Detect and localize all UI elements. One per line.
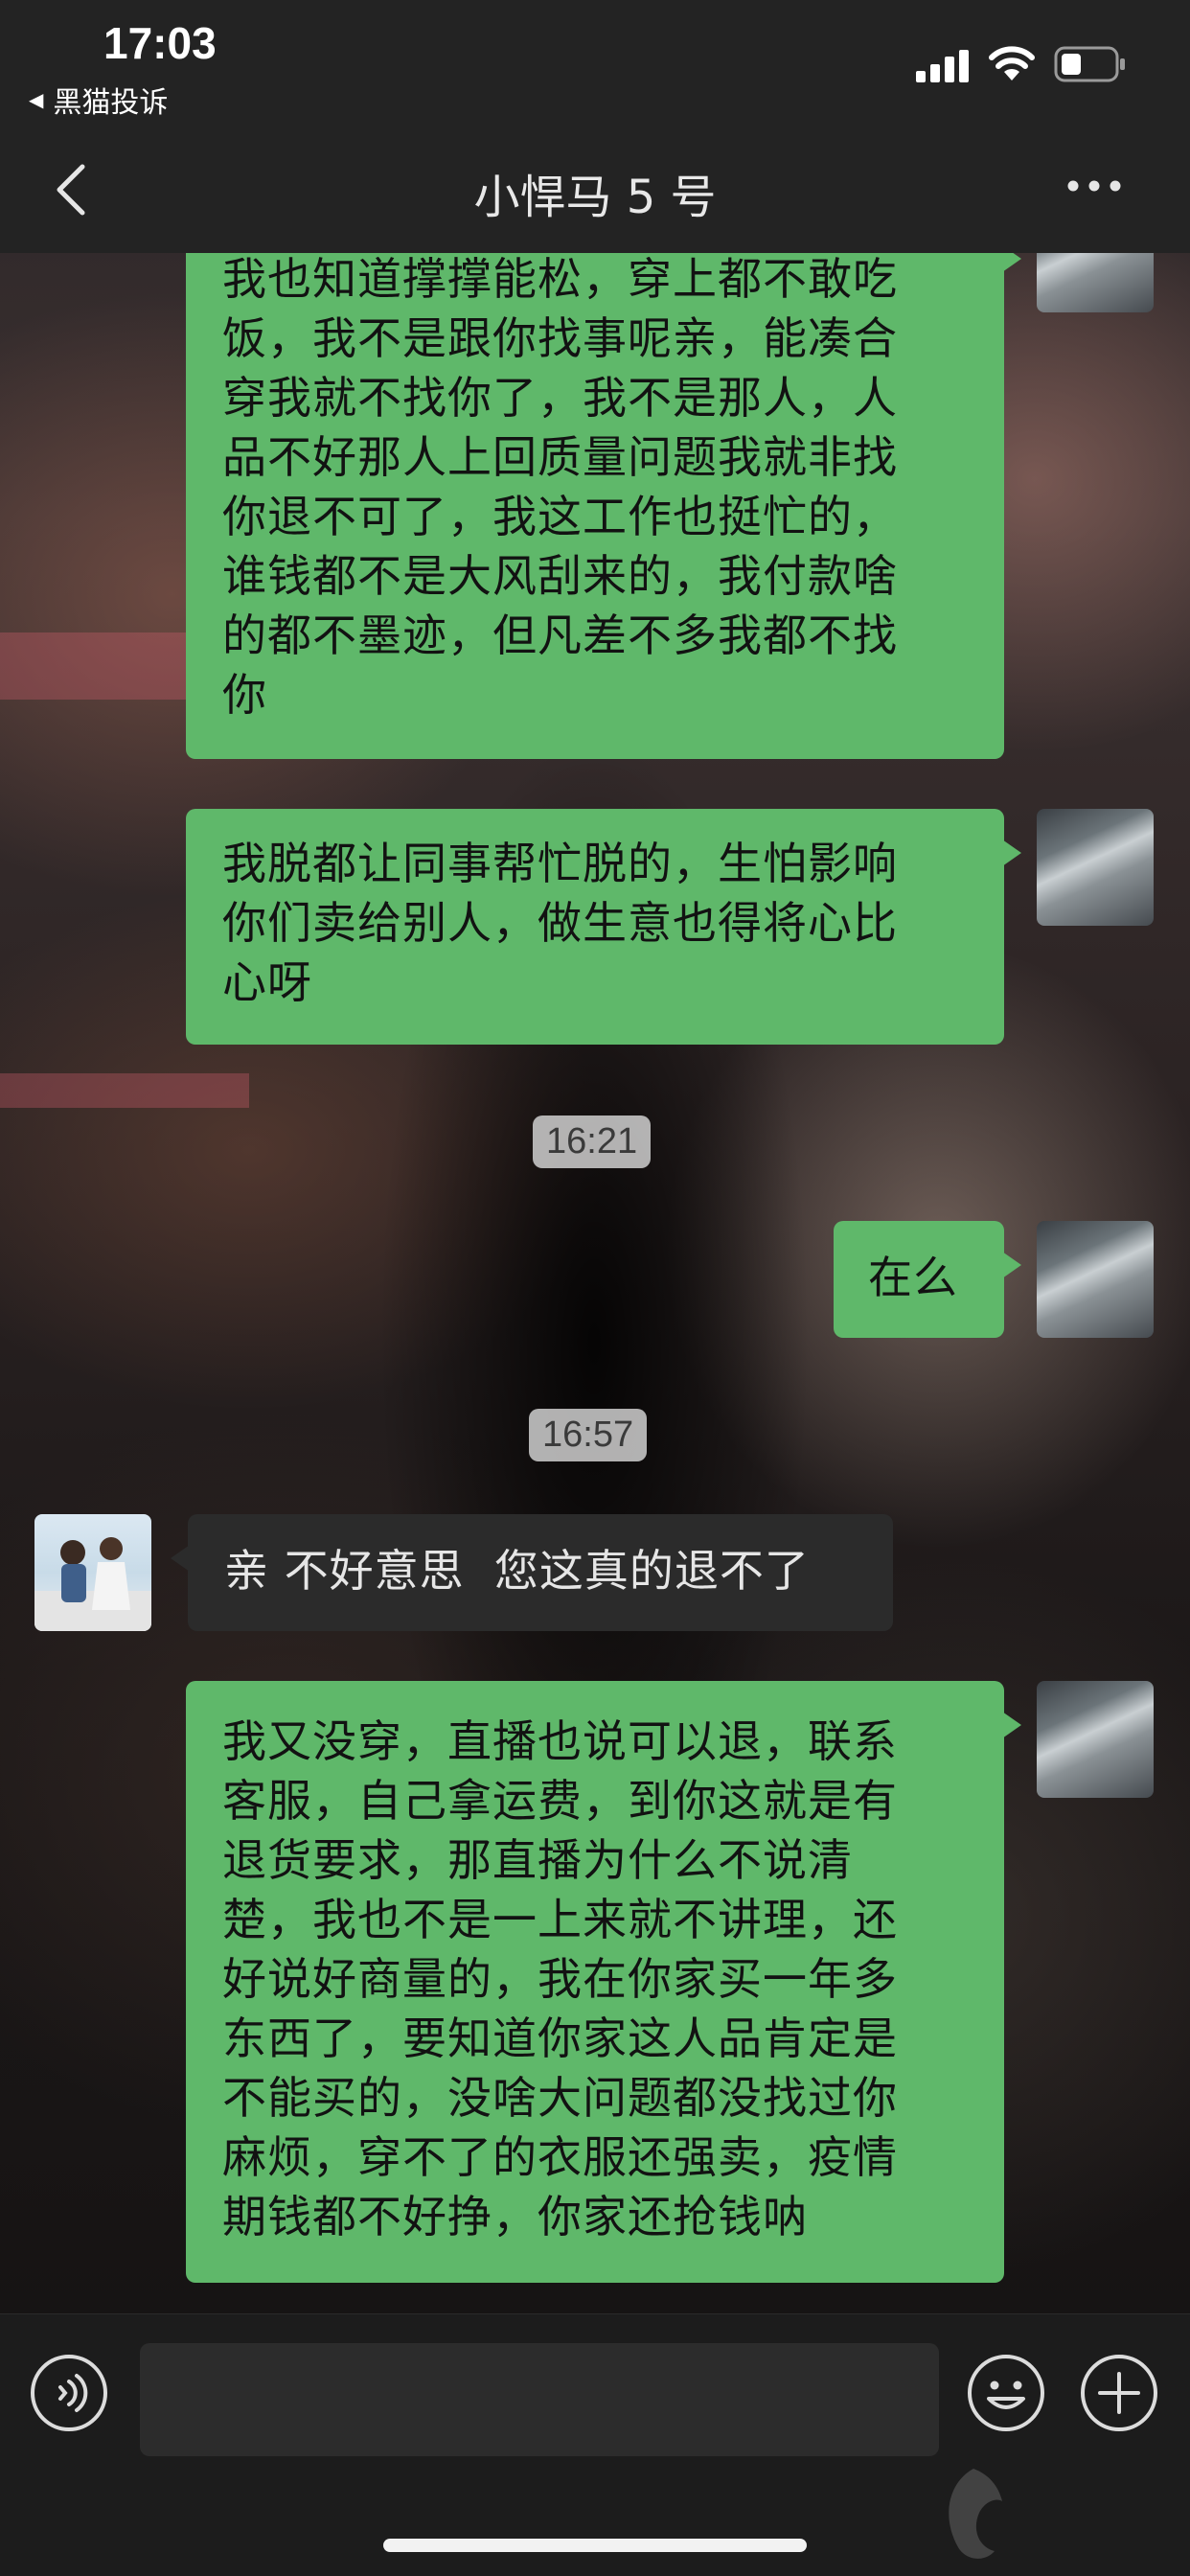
message-line: 退货要求，那直播为什么不说清	[222, 1834, 853, 1886]
message-bubble-outgoing[interactable]: 我也知道撑撑能松，穿上都不敢吃 饭，我不是跟你找事呢亲，能凑合 穿我就不找你了，…	[186, 253, 1021, 759]
message-line: 的都不墨迹，但凡差不多我都不找	[222, 610, 898, 661]
plus-icon[interactable]	[1079, 2353, 1159, 2433]
message-line: 品不好那人上回质量问题我就非找	[222, 431, 898, 483]
voice-icon[interactable]	[29, 2353, 109, 2433]
message-line: 谁钱都不是大风刮来的，我付款啥	[222, 550, 898, 602]
my-avatar[interactable]	[1037, 1681, 1154, 1798]
message-bubble-outgoing[interactable]: 在么	[834, 1221, 1021, 1338]
my-avatar[interactable]	[1037, 809, 1154, 926]
back-app-label: 黑猫投诉	[53, 86, 169, 120]
emoji-icon[interactable]	[966, 2353, 1046, 2433]
cat-watermark-icon	[949, 2469, 1002, 2559]
timestamp: 16:21	[533, 1116, 652, 1168]
back-triangle-icon: ◀	[29, 88, 44, 111]
message-line: 我也知道撑撑能松，穿上都不敢吃	[222, 253, 898, 305]
message-line: 期钱都不好挣，你家还抢钱呐	[222, 2191, 808, 2242]
message-line: 饭，我不是跟你找事呢亲，能凑合	[222, 312, 898, 364]
message-line: 亲 不好意思 您这真的退不了	[224, 1545, 810, 1597]
nav-bar: 小悍马 5 号	[0, 125, 1190, 253]
message-bubble-outgoing[interactable]: 我又没穿，直播也说可以退，联系 客服，自己拿运费，到你这就是有 退货要求，那直播…	[186, 1681, 1021, 2283]
message-line: 东西了，要知道你家这人品肯定是	[222, 2012, 898, 2064]
my-avatar[interactable]	[1037, 1221, 1154, 1338]
message-line: 麻烦，穿不了的衣服还强卖，疫情	[222, 2131, 898, 2183]
message-line: 不能买的，没啥大问题都没找过你	[222, 2072, 898, 2124]
battery-icon	[1054, 46, 1125, 82]
message-line: 楚，我也不是一上来就不讲理，还	[222, 1894, 898, 1945]
signal-icon	[916, 50, 969, 82]
message-line: 好说好商量的，我在你家买一年多	[222, 1953, 898, 2005]
contact-avatar[interactable]	[34, 1514, 151, 1631]
message-line: 我又没穿，直播也说可以退，联系	[222, 1715, 898, 1767]
message-line: 在么	[868, 1252, 958, 1303]
chat-title: 小悍马 5 号	[473, 171, 717, 224]
message-line: 你	[222, 669, 267, 721]
message-bubble-outgoing[interactable]: 我脱都让同事帮忙脱的，生怕影响 你们卖给别人，做生意也得将心比 心呀	[186, 809, 1021, 1045]
message-line: 客服，自己拿运费，到你这就是有	[222, 1775, 898, 1827]
message-line: 心呀	[222, 956, 312, 1008]
home-indicator[interactable]	[383, 2539, 807, 2552]
message-bubble-incoming[interactable]: 亲 不好意思 您这真的退不了	[171, 1514, 893, 1631]
message-line: 我脱都让同事帮忙脱的，生怕影响	[222, 838, 898, 889]
contact-photo-icon	[34, 1537, 151, 1631]
wifi-icon	[989, 46, 1035, 80]
more-icon[interactable]	[1065, 178, 1123, 194]
timestamp: 16:57	[529, 1409, 648, 1461]
message-line: 你退不可了，我这工作也挺忙的，	[222, 491, 898, 542]
status-time: 17:03	[103, 18, 217, 68]
back-to-app-link[interactable]: ◀ 黑猫投诉	[29, 79, 168, 121]
my-avatar[interactable]	[1037, 253, 1154, 312]
message-input[interactable]	[140, 2343, 939, 2456]
status-bar: 17:03 ◀ 黑猫投诉	[0, 0, 1190, 125]
message-list[interactable]: 我也知道撑撑能松，穿上都不敢吃 饭，我不是跟你找事呢亲，能凑合 穿我就不找你了，…	[0, 253, 1190, 2313]
message-line: 你们卖给别人，做生意也得将心比	[222, 897, 898, 949]
chat-screen: 17:03 ◀ 黑猫投诉 小悍马 5 号 我也知道撑撑能松，穿上都不敢吃 饭，我…	[0, 0, 1190, 2576]
message-line: 穿我就不找你了，我不是那人，人	[222, 372, 898, 424]
